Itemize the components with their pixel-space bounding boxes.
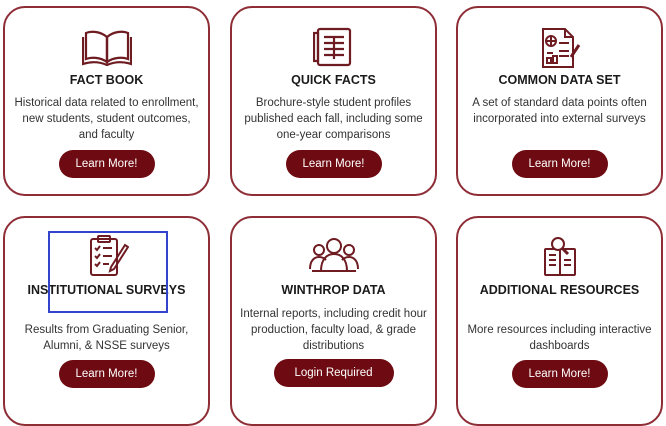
card-quick-facts: QUICK FACTS Brochure-style student profi… [230, 6, 437, 196]
card-title: QUICK FACTS [291, 73, 376, 87]
learn-more-button[interactable]: Learn More! [511, 360, 608, 388]
card-fact-book: FACT BOOK Historical data related to enr… [3, 6, 210, 196]
people-group-icon [232, 235, 435, 275]
learn-more-button[interactable]: Learn More! [285, 150, 382, 178]
learn-more-button[interactable]: Learn More! [58, 150, 155, 178]
book-icon [5, 27, 208, 67]
login-required-button[interactable]: Login Required [273, 359, 394, 387]
document-list-icon [232, 27, 435, 67]
calculator-document-icon [458, 27, 661, 69]
card-description: Results from Graduating Senior, Alumni, … [24, 324, 189, 352]
card-title: COMMON DATA SET [498, 73, 621, 87]
card-description: Historical data related to enrollment, n… [14, 97, 199, 141]
card-winthrop-data: WINTHROP DATA Internal reports, includin… [230, 216, 437, 426]
card-description: Internal reports, including credit hour … [240, 308, 427, 352]
card-description: More resources including interactive das… [467, 324, 652, 352]
learn-more-button[interactable]: Learn More! [511, 150, 608, 178]
card-description: Brochure-style student profiles publishe… [244, 97, 423, 141]
card-description: A set of standard data points often inco… [472, 97, 647, 125]
selection-box [48, 231, 168, 313]
card-title: ADDITIONAL RESOURCES [479, 283, 640, 297]
learn-more-button[interactable]: Learn More! [58, 360, 155, 388]
card-additional-resources: ADDITIONAL RESOURCES More resources incl… [456, 216, 663, 426]
card-title: FACT BOOK [69, 73, 144, 87]
search-book-icon [458, 235, 661, 277]
card-common-data-set: COMMON DATA SET A set of standard data p… [456, 6, 663, 196]
card-title: WINTHROP DATA [281, 283, 386, 297]
